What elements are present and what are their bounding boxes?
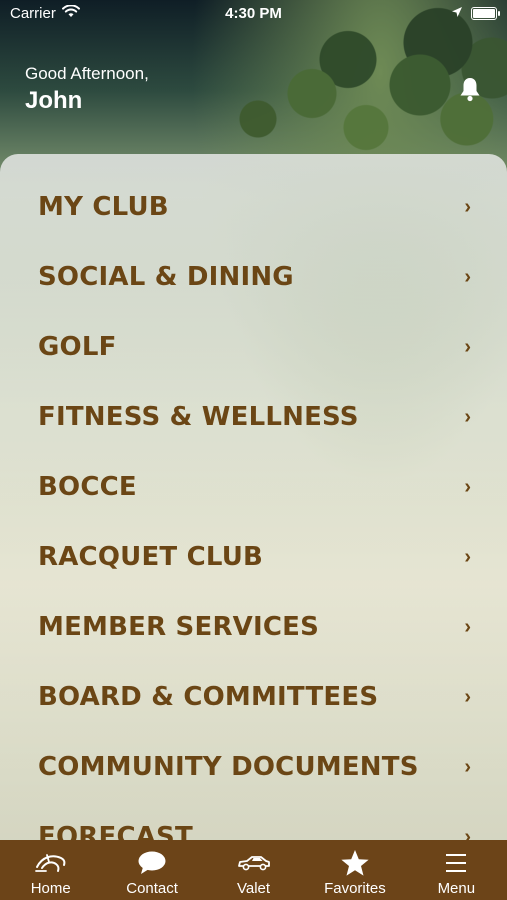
status-bar: Carrier 4:30 PM [0,0,507,28]
bottom-tab-bar: Home Contact Valet Favorites Menu [0,840,507,900]
chat-bubble-icon [137,848,167,878]
chevron-right-icon: › [464,265,471,288]
menu-item-social-dining[interactable]: SOCIAL & DINING › [0,242,507,312]
menu-item-label: MEMBER SERVICES [38,612,320,642]
menu-item-label: FITNESS & WELLNESS [38,402,359,432]
chevron-right-icon: › [464,615,471,638]
tab-label: Menu [437,880,476,897]
menu-item-my-club[interactable]: MY CLUB › [0,172,507,242]
menu-item-label: BOARD & COMMITTEES [38,682,379,712]
menu-item-racquet-club[interactable]: RACQUET CLUB › [0,522,507,592]
tab-label: Contact [126,880,178,897]
tab-favorites[interactable]: Favorites [304,840,405,900]
menu-item-label: MY CLUB [38,192,169,222]
app-screen: Carrier 4:30 PM Good Afternoon, John MY … [0,0,507,900]
hamburger-menu-icon [444,848,468,878]
status-time: 4:30 PM [225,5,282,22]
greeting-text: Good Afternoon, [25,64,149,83]
main-menu-list: MY CLUB › SOCIAL & DINING › GOLF › FITNE… [0,154,507,854]
tab-label: Home [30,880,71,897]
chevron-right-icon: › [464,685,471,708]
location-arrow-icon [451,5,463,22]
star-icon [340,848,370,878]
menu-item-label: COMMUNITY DOCUMENTS [38,752,419,782]
menu-item-member-services[interactable]: MEMBER SERVICES › [0,592,507,662]
menu-item-bocce[interactable]: BOCCE › [0,452,507,522]
tab-label: Favorites [324,880,386,897]
menu-item-label: BOCCE [38,472,137,502]
home-logo-icon [34,848,68,878]
user-name: John [25,87,83,114]
greeting-block: Good Afternoon, John [25,64,149,115]
tab-home[interactable]: Home [0,840,101,900]
chevron-right-icon: › [464,755,471,778]
menu-item-fitness-wellness[interactable]: FITNESS & WELLNESS › [0,382,507,452]
menu-item-label: GOLF [38,332,117,362]
chevron-right-icon: › [464,335,471,358]
menu-item-label: RACQUET CLUB [38,542,264,572]
bell-icon[interactable] [459,76,481,107]
menu-item-golf[interactable]: GOLF › [0,312,507,382]
chevron-right-icon: › [464,545,471,568]
chevron-right-icon: › [464,475,471,498]
tab-valet[interactable]: Valet [203,840,304,900]
menu-item-community-documents[interactable]: COMMUNITY DOCUMENTS › [0,732,507,802]
chevron-right-icon: › [464,195,471,218]
chevron-right-icon: › [464,405,471,428]
battery-icon [471,7,500,20]
tab-label: Valet [236,880,271,897]
status-right-icons [451,5,500,22]
tab-menu[interactable]: Menu [406,840,507,900]
car-icon [237,848,271,878]
tab-contact[interactable]: Contact [101,840,202,900]
menu-item-label: SOCIAL & DINING [38,262,294,292]
menu-item-board-committees[interactable]: BOARD & COMMITTEES › [0,662,507,732]
battery-fill [473,9,495,18]
